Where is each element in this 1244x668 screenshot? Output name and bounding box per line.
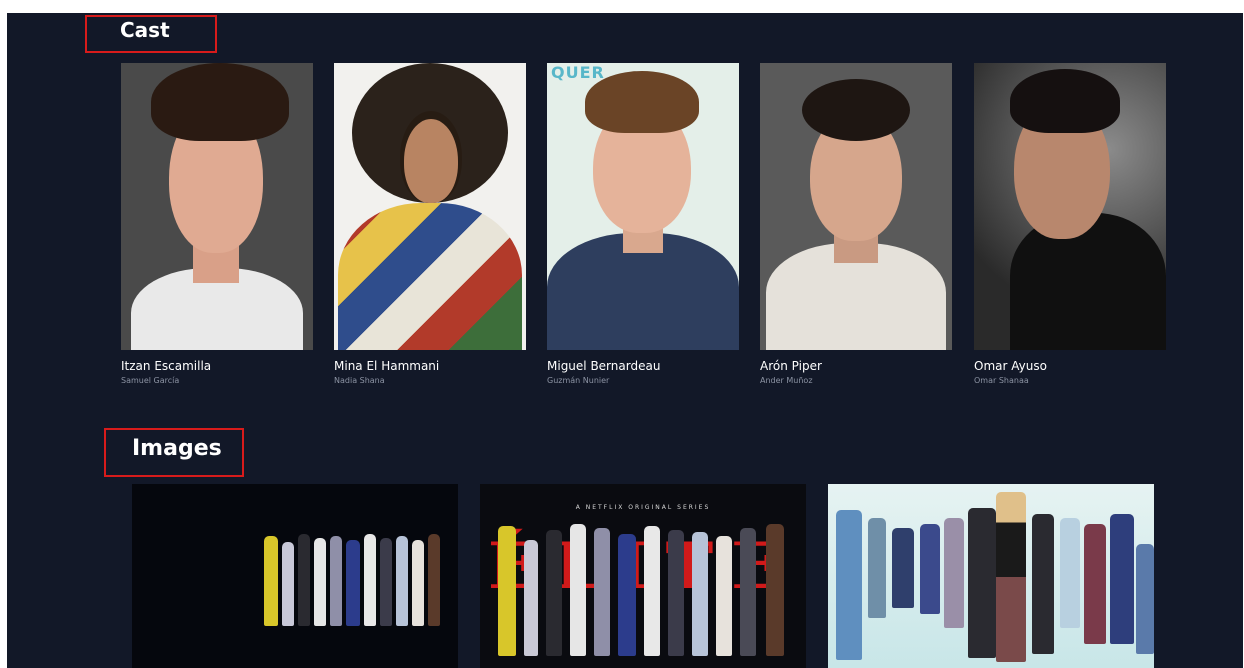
cast-role: Omar Shanaa <box>974 376 1029 385</box>
image-thumbnail[interactable] <box>132 484 458 668</box>
images-section-title: Images <box>104 428 244 477</box>
cast-photo[interactable] <box>760 63 952 350</box>
cast-role: Nadia Shana <box>334 376 385 385</box>
cast-photo[interactable] <box>121 63 313 350</box>
cast-name[interactable]: Omar Ayuso <box>974 359 1166 373</box>
cast-card[interactable]: Mina El Hammani Nadia Shana <box>334 63 526 385</box>
cast-card[interactable]: Itzan Escamilla Samuel García <box>121 63 313 385</box>
image-caption: A NETFLIX ORIGINAL SERIES <box>575 504 711 511</box>
cast-role: Ander Muñoz <box>760 376 813 385</box>
cast-role: Guzmán Nunier <box>547 376 610 385</box>
cast-name[interactable]: Miguel Bernardeau <box>547 359 739 373</box>
cast-photo[interactable]: QUER <box>547 63 739 350</box>
content-panel: Cast Itzan Escamilla Samuel García Mina … <box>7 13 1243 668</box>
cast-name[interactable]: Itzan Escamilla <box>121 359 313 373</box>
cast-role: Samuel García <box>121 376 180 385</box>
cast-card[interactable]: QUER Miguel Bernardeau Guzmán Nunier <box>547 63 739 385</box>
cast-name[interactable]: Mina El Hammani <box>334 359 526 373</box>
image-thumbnail[interactable] <box>828 484 1154 668</box>
cast-photo[interactable] <box>334 63 526 350</box>
image-thumbnail[interactable]: A NETFLIX ORIGINAL SERIES ÉLITE <box>480 484 806 668</box>
cast-section-title: Cast <box>85 15 217 53</box>
cast-card[interactable]: Arón Piper Ander Muñoz <box>760 63 952 385</box>
cast-card[interactable]: Omar Ayuso Omar Shanaa <box>974 63 1166 385</box>
cast-photo[interactable] <box>974 63 1166 350</box>
cast-name[interactable]: Arón Piper <box>760 359 952 373</box>
